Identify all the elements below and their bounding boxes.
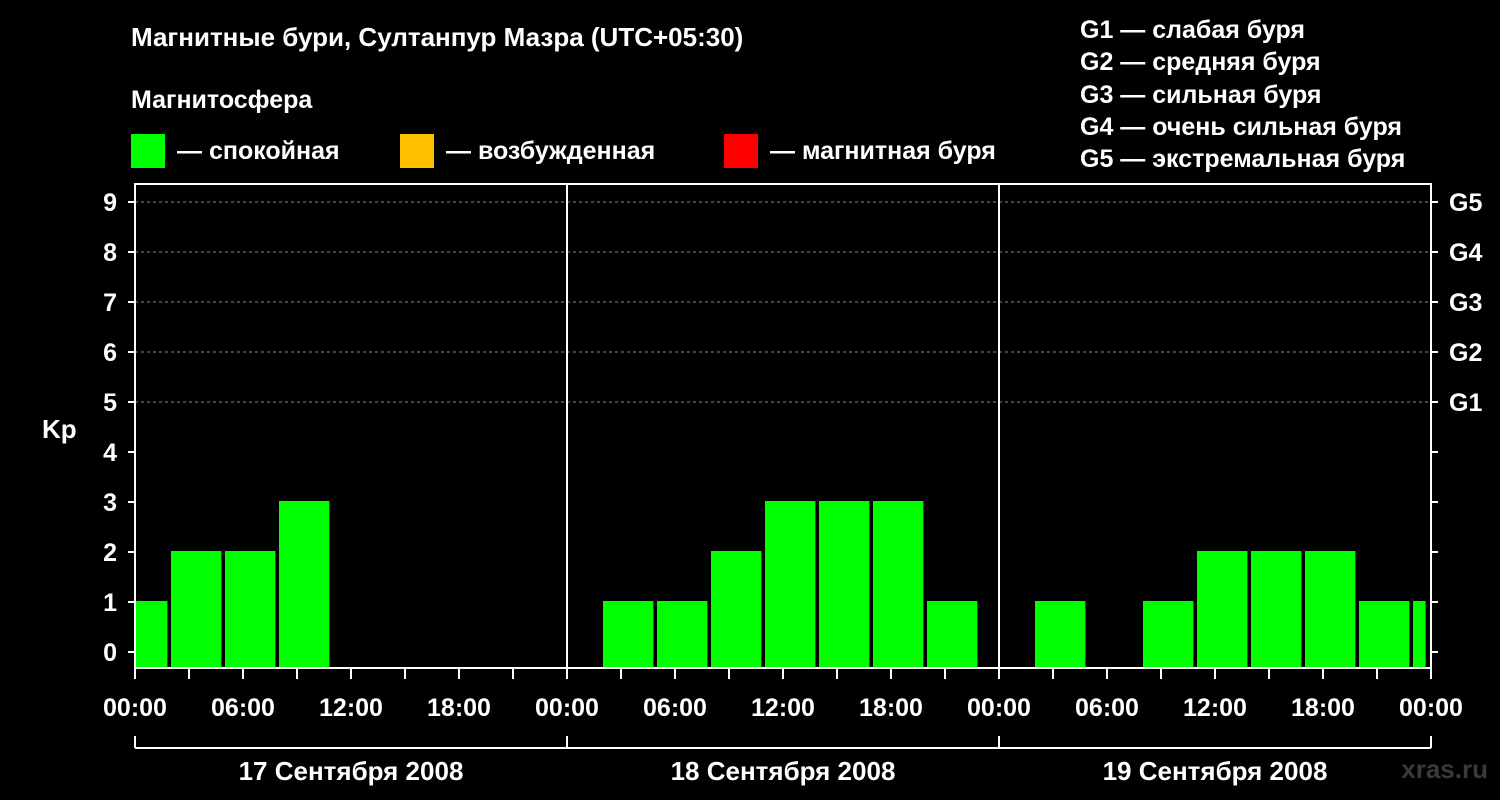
day-label: 18 Сентября 2008	[671, 756, 896, 786]
y-tick-label: 3	[103, 489, 117, 517]
kp-bar	[279, 501, 330, 668]
x-tick-label: 12:00	[1183, 694, 1247, 722]
x-tick-label: 06:00	[643, 694, 707, 722]
kp-bar	[225, 551, 276, 668]
g-level-label: G3	[1449, 289, 1482, 317]
day-label: 19 Сентября 2008	[1103, 756, 1328, 786]
x-tick-label: 12:00	[751, 694, 815, 722]
g-level-label: G4	[1449, 239, 1482, 267]
y-tick-label: 0	[103, 639, 117, 667]
kp-bar	[819, 501, 870, 668]
kp-bar	[873, 501, 924, 668]
kp-bar	[711, 551, 762, 668]
kp-bar	[171, 551, 222, 668]
kp-bar	[1305, 551, 1356, 668]
kp-bar	[1413, 601, 1426, 668]
x-tick-label: 00:00	[967, 694, 1031, 722]
y-tick-label: 7	[103, 289, 117, 317]
day-label: 17 Сентября 2008	[239, 756, 464, 786]
kp-bar	[603, 601, 654, 668]
x-tick-label: 18:00	[859, 694, 923, 722]
y-tick-label: 2	[103, 539, 117, 567]
x-tick-label: 00:00	[1399, 694, 1463, 722]
y-axis-label: Kp	[42, 414, 77, 444]
kp-bar	[1359, 601, 1410, 668]
x-tick-label: 18:00	[427, 694, 491, 722]
x-tick-label: 00:00	[103, 694, 167, 722]
y-tick-label: 9	[103, 189, 117, 217]
y-tick-label: 4	[103, 439, 117, 467]
y-tick-label: 6	[103, 339, 117, 367]
x-tick-label: 06:00	[211, 694, 275, 722]
kp-bar	[1251, 551, 1302, 668]
kp-bar	[1197, 551, 1248, 668]
y-tick-label: 5	[103, 389, 117, 417]
watermark: xras.ru	[1401, 754, 1488, 784]
kp-bar-chart: 0 1 2 3 4 5 6 7 8 9 Kp G1 G2 G3 G4 G5 00:00 06:00 12:00 18:…	[42, 183, 1482, 786]
y-tick-label: 8	[103, 239, 117, 267]
kp-bar	[135, 601, 168, 668]
x-tick-label: 00:00	[535, 694, 599, 722]
kp-bar	[657, 601, 708, 668]
x-tick-label: 18:00	[1291, 694, 1355, 722]
g-level-label: G1	[1449, 389, 1482, 417]
g-level-label: G2	[1449, 339, 1482, 367]
kp-bar	[927, 601, 978, 668]
kp-bar	[765, 501, 816, 668]
x-tick-label: 12:00	[319, 694, 383, 722]
x-tick-label: 06:00	[1075, 694, 1139, 722]
kp-bar	[1143, 601, 1194, 668]
y-tick-label: 1	[103, 589, 117, 617]
kp-bar	[1035, 601, 1086, 668]
g-level-label: G5	[1449, 189, 1482, 217]
